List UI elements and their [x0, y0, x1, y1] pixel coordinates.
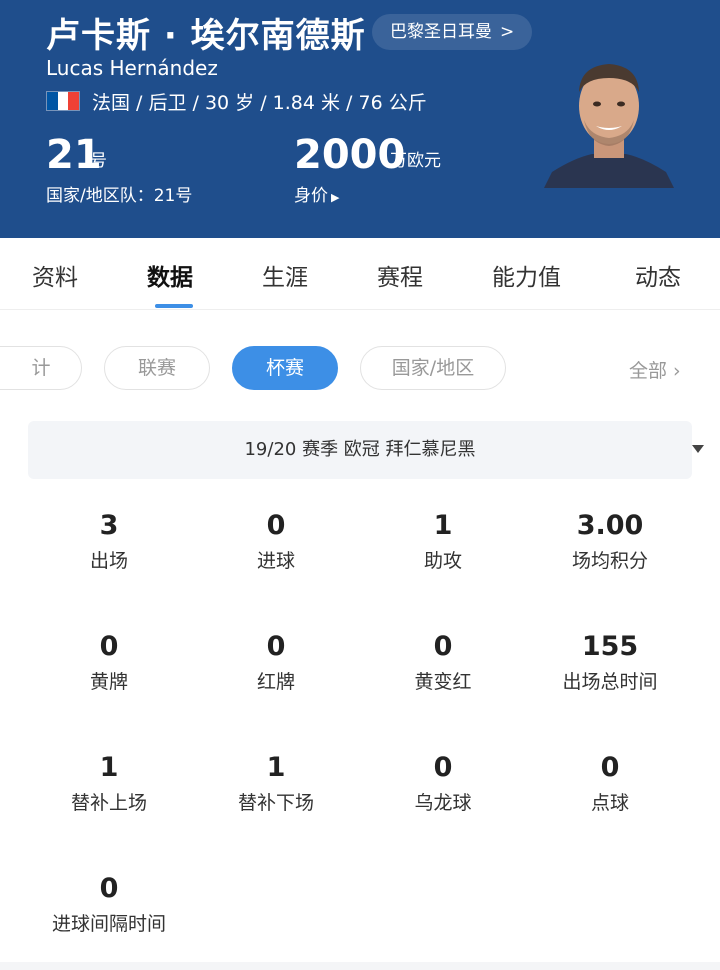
player-header: 卢卡斯 · 埃尔南德斯 巴黎圣日耳曼 > Lucas Hernández 法国 /…: [0, 0, 720, 238]
market-value-link[interactable]: 身价 ▶: [294, 181, 339, 206]
player-details: 法国 / 后卫 / 30 岁 / 1.84 米 / 76 公斤: [92, 91, 427, 114]
stat-label: 助攻: [423, 550, 462, 572]
tab-career[interactable]: 生涯: [262, 258, 308, 292]
stat-label: 出场: [89, 550, 128, 572]
player-name-en: Lucas Hernández: [46, 56, 218, 80]
stat-assists: 1 助攻: [353, 509, 533, 575]
stat-points-per-game: 3.00 场均积分: [520, 509, 700, 575]
filter-pill-partial[interactable]: 计: [0, 346, 82, 390]
stat-sub-off: 1 替补下场: [186, 751, 366, 817]
tab-profile[interactable]: 资料: [32, 258, 78, 292]
stat-value: 0: [433, 631, 453, 662]
stat-value: 1: [433, 510, 453, 541]
chevron-right-icon: ›: [673, 360, 681, 382]
filter-league[interactable]: 联赛: [104, 346, 210, 390]
market-value: 2000: [294, 132, 406, 178]
stat-value: 0: [600, 752, 620, 783]
market-value-unit: 万欧元: [390, 151, 441, 171]
stat-label: 出场总时间: [562, 671, 658, 693]
player-photo: [544, 64, 674, 188]
stat-label: 替补下场: [237, 792, 314, 814]
france-flag-icon: [46, 91, 80, 111]
stat-yellow-cards: 0 黄牌: [19, 630, 199, 696]
stat-label: 点球: [590, 792, 629, 814]
stat-goal-interval: 0 进球间隔时间: [19, 872, 199, 938]
club-name: 巴黎圣日耳曼: [390, 22, 492, 42]
shirt-number-unit: 号: [90, 151, 107, 171]
stat-red-cards: 0 红牌: [186, 630, 366, 696]
stat-label: 替补上场: [70, 792, 147, 814]
player-name-cn: 卢卡斯 · 埃尔南德斯: [46, 16, 366, 56]
stat-sub-on: 1 替补上场: [19, 751, 199, 817]
filter-all-label: 全部: [629, 360, 668, 382]
player-info-row: 法国 / 后卫 / 30 岁 / 1.84 米 / 76 公斤: [46, 88, 427, 114]
stat-label: 黄牌: [89, 671, 128, 693]
tab-schedule[interactable]: 赛程: [377, 258, 423, 292]
triangle-right-icon: ▶: [331, 191, 340, 204]
club-link[interactable]: 巴黎圣日耳曼 >: [372, 14, 533, 50]
national-team-number: 国家/地区队：21号: [46, 186, 193, 206]
stat-label: 红牌: [256, 671, 295, 693]
stat-label: 进球间隔时间: [51, 913, 166, 935]
filter-national[interactable]: 国家/地区: [360, 346, 506, 390]
tab-news[interactable]: 动态: [635, 258, 681, 292]
stat-own-goals: 0 乌龙球: [353, 751, 533, 817]
stat-label: 场均积分: [571, 550, 648, 572]
caret-down-icon: [692, 445, 704, 453]
chevron-right-icon: >: [500, 22, 515, 42]
stat-second-yellow: 0 黄变红: [353, 630, 533, 696]
stat-value: 0: [99, 873, 119, 904]
stat-value: 1: [99, 752, 119, 783]
filter-cup[interactable]: 杯赛: [232, 346, 338, 390]
stat-appearances: 3 出场: [19, 509, 199, 575]
competition-filter: 计 联赛 杯赛 国家/地区 全部 ›: [0, 346, 720, 392]
stat-value: 0: [433, 752, 453, 783]
stat-label: 进球: [256, 550, 295, 572]
tab-bar: 资料 数据 生涯 赛程 能力值 动态: [0, 238, 720, 310]
stat-penalties: 0 点球: [520, 751, 700, 817]
tab-stats[interactable]: 数据: [147, 258, 193, 292]
stat-minutes-played: 155 出场总时间: [520, 630, 700, 696]
stat-value: 155: [581, 631, 639, 662]
stat-value: 0: [266, 510, 286, 541]
stat-value: 3: [99, 510, 119, 541]
season-selector[interactable]: 19/20 赛季 欧冠 拜仁慕尼黑: [28, 421, 704, 479]
filter-all-link[interactable]: 全部 ›: [629, 356, 681, 383]
market-value-label: 身价: [294, 186, 328, 206]
active-tab-indicator: [155, 304, 193, 308]
bottom-divider: [0, 962, 720, 970]
stat-value: 0: [99, 631, 119, 662]
stat-value: 3.00: [576, 510, 644, 541]
stat-value: 1: [266, 752, 286, 783]
stat-label: 黄变红: [414, 671, 472, 693]
stat-value: 0: [266, 631, 286, 662]
season-label: 19/20 赛季 欧冠 拜仁慕尼黑: [244, 439, 476, 460]
stat-goals: 0 进球: [186, 509, 366, 575]
stat-label: 乌龙球: [414, 792, 472, 814]
tab-ability[interactable]: 能力值: [492, 258, 561, 292]
